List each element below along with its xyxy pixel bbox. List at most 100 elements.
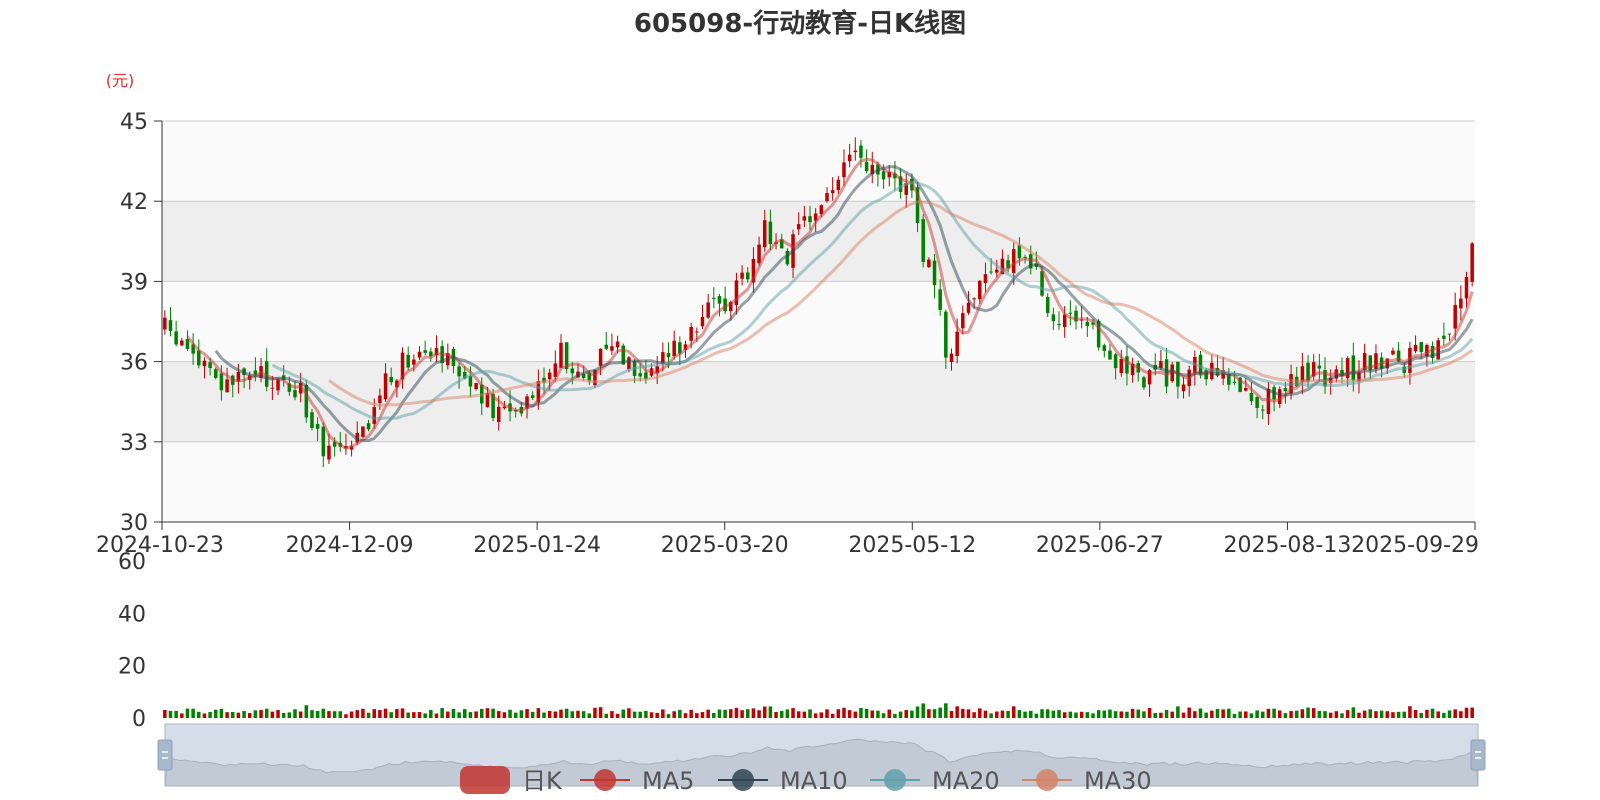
volume-bar xyxy=(383,708,388,718)
candle-body xyxy=(1249,392,1254,402)
volume-bar xyxy=(1023,711,1027,718)
volume-bar xyxy=(298,711,303,718)
candle-body xyxy=(1283,388,1288,392)
candle-body xyxy=(853,150,858,153)
volume-bar xyxy=(468,712,473,718)
candle-body xyxy=(163,317,167,330)
candle-body xyxy=(995,269,999,273)
candle-body xyxy=(468,375,473,387)
price-tick-label: 42 xyxy=(120,190,148,215)
volume-bar xyxy=(1419,713,1423,718)
volume-bar xyxy=(1034,713,1039,718)
volume-bar xyxy=(938,707,942,718)
candle-body xyxy=(1413,344,1418,352)
volume-bar xyxy=(813,713,818,718)
candle-body xyxy=(949,353,954,363)
date-tick-label: 2024-12-09 xyxy=(286,533,414,558)
volume-bar xyxy=(508,709,512,718)
volume-bar xyxy=(910,710,914,718)
volume-bar xyxy=(1430,708,1435,718)
candle-body xyxy=(1261,409,1265,411)
volume-bar xyxy=(1125,711,1129,718)
volume-bar xyxy=(1017,710,1022,718)
volume-bar xyxy=(1119,711,1124,718)
volume-bar xyxy=(989,713,993,718)
candle-body xyxy=(1051,314,1056,322)
volume-bar xyxy=(559,709,563,718)
volume-bar xyxy=(1221,709,1225,718)
volume-bar xyxy=(672,711,676,718)
candle-body xyxy=(1119,358,1124,374)
volume-bar xyxy=(378,710,382,718)
volume-bar xyxy=(1074,712,1078,718)
volume-bar xyxy=(389,712,393,718)
candle-body xyxy=(389,376,393,383)
volume-bar xyxy=(683,713,688,718)
candle-body xyxy=(610,346,614,351)
volume-bar xyxy=(1249,713,1254,718)
volume-bar xyxy=(1459,711,1463,718)
chart-title: 605098-行动教育-日K线图 xyxy=(634,8,966,39)
volume-bar xyxy=(581,711,586,718)
datazoom-handle-left[interactable] xyxy=(157,739,173,771)
volume-bar xyxy=(1091,713,1095,718)
volume-bar xyxy=(1051,710,1056,718)
volume-bar xyxy=(678,709,682,718)
candle-body xyxy=(1113,354,1118,369)
volume-bar xyxy=(1323,711,1327,718)
volume-bar xyxy=(1057,710,1061,718)
volume-bar xyxy=(1238,711,1242,718)
candle-body xyxy=(174,331,178,345)
volume-bar xyxy=(293,709,297,718)
candle-body xyxy=(1419,342,1423,352)
candle-body xyxy=(1011,249,1016,273)
volume-bar xyxy=(638,711,642,718)
candle-body xyxy=(293,390,297,398)
volume-bar xyxy=(655,712,659,718)
candle-body xyxy=(1459,298,1463,309)
candle-body xyxy=(712,297,716,299)
volume-bar xyxy=(649,712,654,718)
handle-grip[interactable] xyxy=(157,739,173,771)
legend-label: MA5 xyxy=(642,767,694,795)
handle-grip[interactable] xyxy=(1470,739,1486,771)
legend-item-ma10[interactable]: MA10 xyxy=(718,767,848,795)
volume-bar xyxy=(746,709,750,718)
candle-body xyxy=(847,154,852,162)
datazoom-handle-right[interactable] xyxy=(1470,739,1486,771)
volume-bar xyxy=(225,712,229,718)
candle-body xyxy=(921,219,925,262)
volume-bar xyxy=(768,706,773,718)
legend-item-ma30[interactable]: MA30 xyxy=(1022,767,1152,795)
volume-bar xyxy=(423,713,427,718)
volume-bar xyxy=(785,709,790,718)
volume-bar xyxy=(757,710,761,718)
candle-body xyxy=(1317,365,1322,369)
candle-body xyxy=(225,379,229,393)
volume-bar xyxy=(893,713,897,718)
volume-bar xyxy=(349,711,354,718)
volume-bar xyxy=(372,709,376,718)
volume-bar xyxy=(1232,714,1237,718)
legend-item-ma20[interactable]: MA20 xyxy=(870,767,1000,795)
candle-body xyxy=(802,216,807,221)
volume-bar xyxy=(853,711,858,718)
volume-bar xyxy=(264,708,269,718)
candle-body xyxy=(638,373,642,377)
volume-bar xyxy=(898,711,903,718)
date-tick-label: 2025-03-20 xyxy=(661,533,789,558)
volume-bar xyxy=(1028,710,1033,718)
candle-body xyxy=(989,271,993,273)
volume-bar xyxy=(1108,709,1112,718)
volume-bar xyxy=(695,713,699,718)
candle-body xyxy=(978,280,982,300)
volume-bar xyxy=(1159,712,1163,718)
date-tick-label: 2025-06-27 xyxy=(1036,533,1164,558)
legend-label: MA10 xyxy=(780,767,848,795)
volume-bar xyxy=(1227,708,1231,718)
candle-body xyxy=(1057,323,1061,326)
volume-bar xyxy=(332,711,337,718)
volume-bar xyxy=(615,713,620,718)
volume-bar xyxy=(180,713,184,718)
volume-bar xyxy=(1113,711,1118,718)
